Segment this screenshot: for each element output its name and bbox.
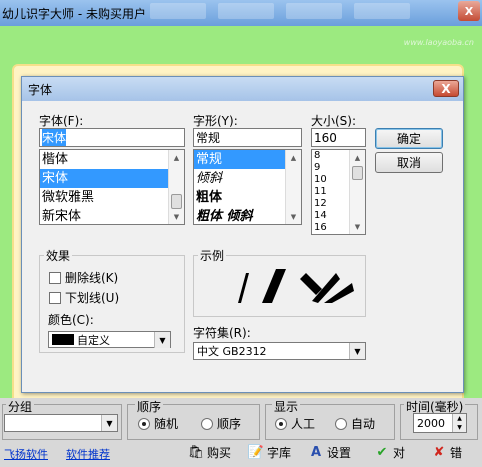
radio-random-label: 随机 <box>154 417 179 431</box>
timer-spinner[interactable]: 2000 ▲ ▼ <box>413 413 467 433</box>
script-label: 字符集(R): <box>193 326 251 340</box>
color-swatch <box>52 334 74 345</box>
bottom-panel: 分组 ▼ 顺序 随机 顺序 显示 人工 自动 时间(毫秒) 2000 ▲ ▼ 飞扬… <box>0 398 482 467</box>
style-value: 常规 <box>196 131 221 145</box>
display-label: 显示 <box>272 398 301 415</box>
spinner-arrows-icon[interactable]: ▲ ▼ <box>452 414 466 432</box>
sample-stroke <box>262 269 286 303</box>
effects-label: 效果 <box>44 247 73 264</box>
style-label: 字形(Y): <box>193 114 238 128</box>
library-button[interactable]: 📝 字库 <box>248 444 291 461</box>
brand-watermark: www.laoyaoba.cn <box>403 38 474 47</box>
size-list[interactable]: 8 9 10 11 12 14 16 ▲ ▼ <box>311 149 366 235</box>
list-item[interactable]: 微软雅黑 <box>40 188 184 207</box>
scroll-thumb[interactable] <box>171 194 182 209</box>
checkbox-box <box>49 291 61 304</box>
dialog-titlebar: 字体 X <box>22 77 463 101</box>
app-titlebar: 幼儿识字大师 - 未购买用户 X <box>0 0 482 26</box>
ok-button[interactable]: 确定 <box>375 128 443 149</box>
sample-preview <box>238 269 354 303</box>
scroll-up-icon[interactable]: ▲ <box>350 150 365 165</box>
group-label: 分组 <box>6 398 35 415</box>
wrong-label: 错 <box>450 446 463 460</box>
font-name-input[interactable]: 宋体 <box>39 128 185 147</box>
script-select[interactable]: 中文 GB2312 ▼ <box>193 342 366 360</box>
check-icon: ✔ <box>376 445 388 460</box>
strikeout-checkbox[interactable]: 删除线(K) <box>49 269 118 286</box>
underline-checkbox[interactable]: 下划线(U) <box>49 289 119 306</box>
edit-icon: 📝 <box>247 445 265 460</box>
font-dialog: 字体 X 字体(F): 宋体 楷体 宋体 微软雅黑 新宋体 ▲ ▼ 字形(Y): 常规… <box>21 76 464 393</box>
font-icon: A <box>310 445 322 460</box>
radio-manual-label: 人工 <box>291 417 316 431</box>
radio-random[interactable]: 随机 <box>138 415 178 432</box>
scroll-down-icon[interactable]: ▼ <box>350 219 365 234</box>
scroll-down-icon[interactable]: ▼ <box>169 209 184 224</box>
font-label: 字体(F): <box>39 114 84 128</box>
background-tabs <box>150 3 410 19</box>
dialog-close-button[interactable]: X <box>433 80 459 97</box>
list-item[interactable]: 楷体 <box>40 150 184 169</box>
cancel-button[interactable]: 取消 <box>375 152 443 173</box>
style-input[interactable]: 常规 <box>193 128 302 147</box>
feiyang-link[interactable]: 飞扬软件 <box>4 446 48 462</box>
scroll-down-icon[interactable]: ▼ <box>286 209 301 224</box>
size-input[interactable]: 160 <box>311 128 366 147</box>
scroll-up-icon[interactable]: ▲ <box>169 150 184 165</box>
group-select[interactable]: ▼ <box>4 414 118 432</box>
strikeout-label: 删除线(K) <box>65 271 119 285</box>
size-label: 大小(S): <box>311 114 357 128</box>
recommend-link[interactable]: 软件推荐 <box>66 446 110 462</box>
scroll-up-icon[interactable]: ▲ <box>286 150 301 165</box>
font-list[interactable]: 楷体 宋体 微软雅黑 新宋体 ▲ ▼ <box>39 149 185 225</box>
library-label: 字库 <box>267 446 292 460</box>
size-value: 160 <box>314 130 337 145</box>
cross-icon: ✘ <box>433 445 445 460</box>
font-list-scrollbar[interactable]: ▲ ▼ <box>168 150 184 224</box>
font-name-value: 宋体 <box>42 129 67 146</box>
style-list-scrollbar[interactable]: ▲ ▼ <box>285 150 301 224</box>
radio-manual[interactable]: 人工 <box>275 415 315 432</box>
radio-dot <box>275 417 287 430</box>
color-select[interactable]: 自定义 ▼ <box>48 331 171 348</box>
script-value: 中文 GB2312 <box>197 345 267 358</box>
radio-sequential[interactable]: 顺序 <box>201 415 241 432</box>
wrong-button[interactable]: ✘ 错 <box>431 444 462 461</box>
settings-button[interactable]: A 设置 <box>308 444 351 461</box>
chevron-down-icon: ▼ <box>154 332 170 348</box>
settings-label: 设置 <box>327 446 352 460</box>
radio-sequential-label: 顺序 <box>217 417 242 431</box>
correct-button[interactable]: ✔ 对 <box>374 444 405 461</box>
radio-dot <box>201 417 213 430</box>
radio-auto-label: 自动 <box>351 417 376 431</box>
color-value: 自定义 <box>77 333 110 347</box>
radio-auto[interactable]: 自动 <box>335 415 375 432</box>
sample-stroke <box>238 273 249 303</box>
color-label: 颜色(C): <box>48 313 94 327</box>
order-label: 顺序 <box>135 398 164 415</box>
sample-label: 示例 <box>198 247 227 264</box>
scroll-thumb[interactable] <box>352 166 363 180</box>
buy-label: 购买 <box>207 446 232 460</box>
app-title: 幼儿识字大师 - 未购买用户 <box>2 6 146 21</box>
buy-icon: 🛍 <box>187 445 205 460</box>
list-item[interactable]: 新宋体 <box>40 207 184 224</box>
style-list[interactable]: 常规 倾斜 粗体 粗体 倾斜 ▲ ▼ <box>193 149 302 225</box>
list-item[interactable]: 宋体 <box>40 169 184 188</box>
correct-label: 对 <box>393 446 406 460</box>
dialog-title: 字体 <box>28 82 53 97</box>
radio-dot <box>138 417 150 430</box>
buy-button[interactable]: 🛍 购买 <box>188 444 231 461</box>
chevron-down-icon: ▼ <box>349 343 365 359</box>
chevron-down-icon: ▼ <box>101 415 117 431</box>
checkbox-box <box>49 271 61 284</box>
sample-stroke <box>300 273 322 295</box>
size-list-scrollbar[interactable]: ▲ ▼ <box>349 150 365 234</box>
app-close-button[interactable]: X <box>458 1 480 21</box>
timer-value: 2000 <box>417 416 445 430</box>
underline-label: 下划线(U) <box>65 291 120 305</box>
radio-dot <box>335 417 347 430</box>
